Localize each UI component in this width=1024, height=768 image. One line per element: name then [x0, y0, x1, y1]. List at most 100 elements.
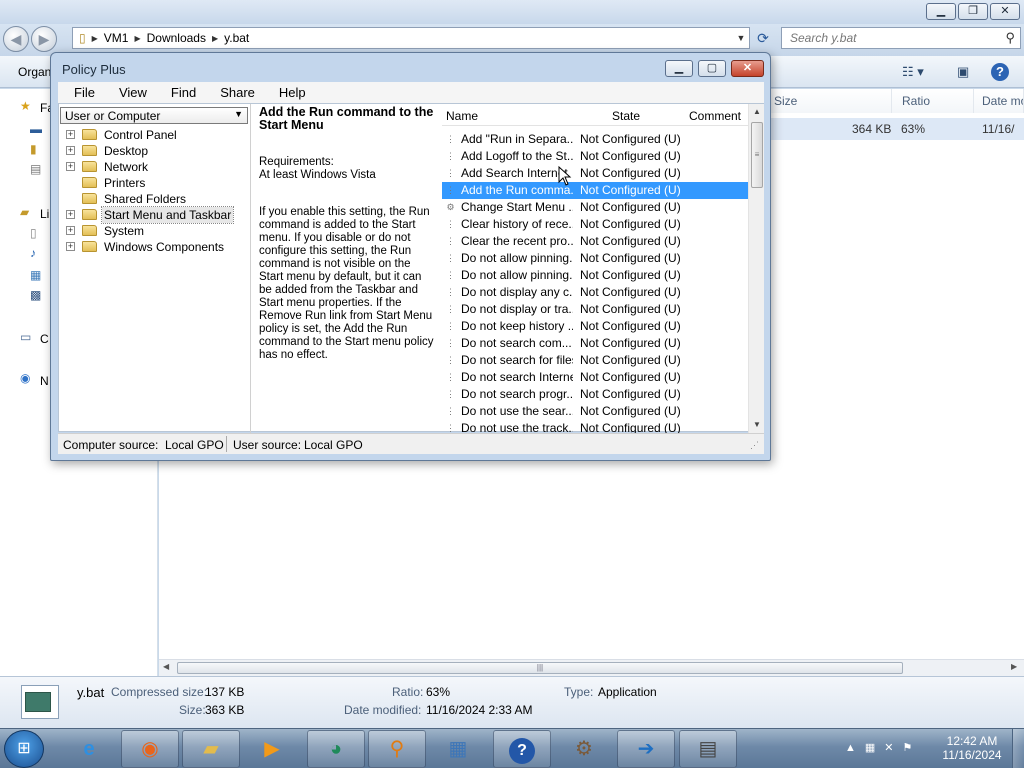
policy-row[interactable]: ⋮ Do not search Internet Not Configured (U…	[442, 369, 748, 386]
media-player-icon: ▶	[264, 738, 280, 760]
explorer-scroll-thumb[interactable]: |||	[177, 662, 903, 674]
media-player-button[interactable]: ▶	[243, 730, 301, 768]
expand-plus-icon[interactable]: +	[66, 162, 75, 171]
explorer-minimize-button[interactable]: ▁	[926, 3, 956, 20]
volume-muted-icon[interactable]: ✕	[884, 742, 902, 754]
policy-row[interactable]: ⋮ Clear the recent pro... Not Configured (…	[442, 233, 748, 250]
breadcrumb-file[interactable]: y.bat	[224, 31, 249, 45]
folder-path-icon: ▯	[79, 31, 86, 45]
back-button[interactable]: ◀	[3, 26, 29, 52]
policy-name: Do not search for files	[461, 353, 573, 367]
policy-row[interactable]: ⋮ Add Logoff to the St... Not Configured (…	[442, 148, 748, 165]
app-green-button[interactable]: ◕	[307, 730, 365, 768]
explorer-caption-bar: ▁ ❐ ✕	[0, 0, 1024, 24]
menu-view[interactable]: View	[103, 82, 155, 103]
mouse-cursor-icon	[558, 166, 572, 186]
file-date: 11/16/	[982, 122, 1015, 136]
remote-app-button[interactable]: ➔	[617, 730, 675, 768]
search-input[interactable]: Search y.bat ⚲	[781, 27, 1021, 49]
action-center-flag-icon[interactable]: ⚑	[903, 742, 922, 754]
nav-libraries[interactable]: Li	[40, 207, 49, 221]
policy-plus-taskbar-button[interactable]: ▤	[679, 730, 737, 768]
policy-plus-body: User or Computer ▼ + Control Panel + Deskto…	[58, 103, 764, 435]
expand-plus-icon[interactable]: +	[66, 226, 75, 235]
expand-plus-icon[interactable]: +	[66, 130, 75, 139]
scroll-right-icon[interactable]: ▶	[1011, 662, 1017, 671]
policy-row[interactable]: ⋮ Do not display or tra... Not Configured …	[442, 301, 748, 318]
firefox-button[interactable]: ◉	[121, 730, 179, 768]
help-support-button[interactable]: ?	[493, 730, 551, 768]
explorer-restore-button[interactable]: ❐	[958, 3, 988, 20]
column-name[interactable]: Name	[446, 109, 478, 123]
show-desktop-button[interactable]	[1012, 729, 1024, 768]
refresh-icon[interactable]: ⟳	[752, 27, 774, 49]
expand-plus-icon[interactable]: +	[66, 242, 75, 251]
column-size[interactable]: Size	[768, 89, 892, 113]
menu-help[interactable]: Help	[263, 82, 314, 103]
column-comment[interactable]: Comment	[689, 109, 741, 123]
policy-row[interactable]: ⋮ Do not use the sear... Not Configured (U…	[442, 403, 748, 420]
policy-row[interactable]: ⋮ Do not allow pinning... Not Configured (…	[442, 250, 748, 267]
tray-expand-icon[interactable]: ▲	[845, 742, 865, 754]
nav-computer[interactable]: C	[40, 332, 49, 346]
breadcrumb-vm1[interactable]: VM1	[104, 31, 129, 45]
minimize-button[interactable]: ▁	[665, 60, 693, 77]
nav-network[interactable]: N	[40, 374, 49, 388]
scope-select[interactable]: User or Computer ▼	[60, 107, 248, 124]
forward-button[interactable]: ▶	[31, 26, 57, 52]
category-tree: User or Computer ▼ + Control Panel + Deskto…	[59, 104, 251, 433]
maximize-button[interactable]: ▢	[698, 60, 726, 77]
address-bar[interactable]: ▯ ▶ VM1 ▶ Downloads ▶ y.bat ▼	[72, 27, 750, 49]
search-icon[interactable]: ⚲	[1005, 30, 1015, 46]
installer-button[interactable]: ⚙	[555, 730, 613, 768]
policy-row[interactable]: ⚙ Change Start Menu ... Not Configured (U)	[442, 199, 748, 216]
clock[interactable]: 12:42 AM 11/16/2024	[940, 734, 1004, 762]
list-vertical-scrollbar[interactable]: ▲ ≡ ▼	[748, 104, 764, 433]
policy-row[interactable]: ⋮ Add Search Internet Not Configured (U)	[442, 165, 748, 182]
search-app-button[interactable]: ⚲	[368, 730, 426, 768]
list-scroll-thumb[interactable]: ≡	[751, 122, 763, 188]
policy-row[interactable]: ⋮ Do not search com... Not Configured (U)	[442, 335, 748, 352]
scroll-up-icon[interactable]: ▲	[749, 104, 765, 120]
help-icon[interactable]: ?	[991, 63, 1009, 81]
control-panel-button[interactable]: ▦	[429, 730, 487, 768]
view-options-icon[interactable]: ☷ ▾	[902, 64, 924, 80]
policy-row[interactable]: ⋮ Do not keep history ... Not Configured (…	[442, 318, 748, 335]
scroll-down-icon[interactable]: ▼	[749, 417, 765, 433]
expand-plus-icon[interactable]: +	[66, 146, 75, 155]
tree-node-label: Printers	[104, 176, 146, 190]
column-date-modified[interactable]: Date mo	[974, 89, 1024, 113]
breadcrumb-downloads[interactable]: Downloads	[147, 31, 206, 45]
network-icon: ◉	[20, 371, 31, 385]
policy-row[interactable]: ⋮ Clear history of rece... Not Configured …	[442, 216, 748, 233]
policy-row[interactable]: ⋮ Do not search for files Not Configured (…	[442, 352, 748, 369]
menu-find[interactable]: Find	[155, 82, 204, 103]
start-button[interactable]: ⊞	[4, 730, 44, 768]
explorer-close-button[interactable]: ✕	[990, 3, 1020, 20]
network-tray-icon[interactable]: ▦	[865, 742, 884, 754]
menu-share[interactable]: Share	[204, 82, 263, 103]
column-state[interactable]: State	[612, 109, 640, 123]
internet-explorer-button[interactable]: e	[60, 730, 118, 768]
policy-setting-icon: ⋮	[446, 236, 455, 246]
column-ratio[interactable]: Ratio	[892, 89, 974, 113]
policy-row[interactable]: ⋮ Add the Run comma... Not Configured (U)	[442, 182, 748, 199]
policy-row[interactable]: ⋮ Add "Run in Separa... Not Configured (U)	[442, 131, 748, 148]
preview-pane-icon[interactable]: ▣	[957, 64, 969, 80]
explorer-horizontal-scrollbar[interactable]: ◀ ||| ▶	[159, 659, 1024, 676]
address-dropdown-icon[interactable]: ▼	[733, 33, 749, 43]
expand-plus-icon[interactable]: +	[66, 210, 75, 219]
menu-file[interactable]: File	[58, 82, 103, 103]
explorer-button[interactable]: ▰	[182, 730, 240, 768]
policy-row[interactable]: ⋮ Do not allow pinning... Not Configured (…	[442, 267, 748, 284]
resize-grip-icon[interactable]: ⋰	[750, 440, 759, 451]
policy-row[interactable]: ⋮ Do not display any c... Not Configured (…	[442, 284, 748, 301]
policy-state: Not Configured (U)	[580, 166, 681, 180]
policy-row[interactable]: ⋮ Do not search progr... Not Configured (U…	[442, 386, 748, 403]
scroll-left-icon[interactable]: ◀	[163, 662, 169, 671]
policy-setting-icon: ⋮	[446, 219, 455, 229]
search-placeholder: Search y.bat	[790, 31, 857, 45]
policy-name: Do not display or tra...	[461, 302, 573, 316]
close-button[interactable]: ✕	[731, 60, 764, 77]
organize-button[interactable]: Organ	[18, 65, 51, 79]
